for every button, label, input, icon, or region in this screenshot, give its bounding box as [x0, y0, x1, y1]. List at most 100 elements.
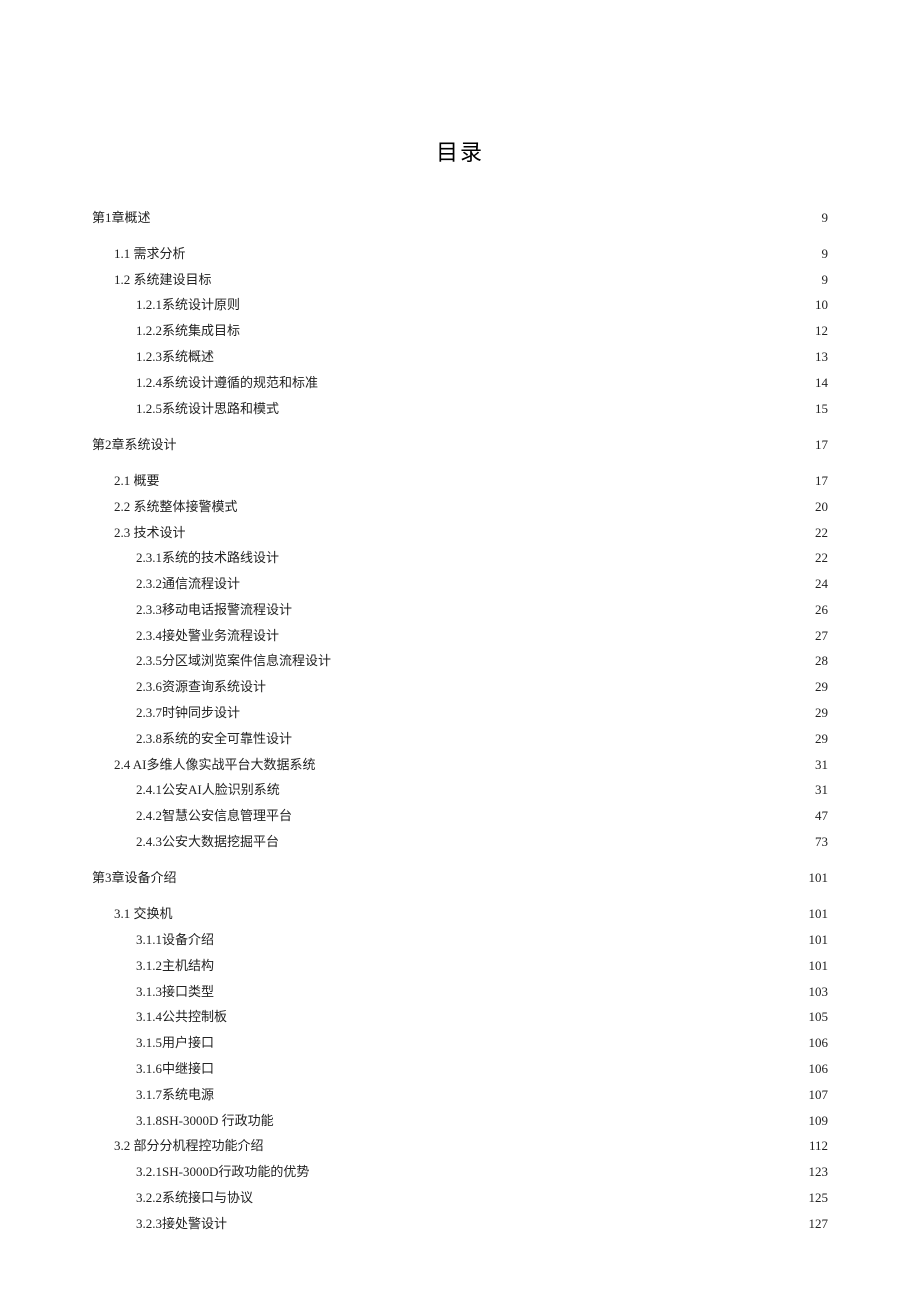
toc-entry-label: 第2章系统设计 — [92, 436, 177, 454]
toc-entry-page: 9 — [822, 245, 829, 263]
toc-entry: 3.1.3接口类型 103 — [92, 983, 828, 1001]
toc-entry-label: 3.1.8SH-3000D 行政功能 — [136, 1112, 274, 1130]
toc-entry-page: 29 — [815, 678, 828, 696]
toc-entry: 2.3.1系统的技术路线设计 22 — [92, 549, 828, 567]
toc-entry-label: 3.2.2系统接口与协议 — [136, 1189, 253, 1207]
toc-entry-page: 9 — [822, 209, 829, 227]
toc-entry-label: 1.2 系统建设目标 — [114, 271, 212, 289]
toc-entry-page: 109 — [809, 1112, 829, 1130]
toc-entry-page: 29 — [815, 730, 828, 748]
toc-entry-label: 1.2.1系统设计原则 — [136, 296, 240, 314]
toc-entry: 2.2 系统整体接警模式 20 — [92, 498, 828, 516]
toc-entry-label: 1.2.2系统集成目标 — [136, 322, 240, 340]
toc-entry: 2.3.4接处警业务流程设计 27 — [92, 627, 828, 645]
toc-entry-label: 1.2.3系统概述 — [136, 348, 214, 366]
toc-entry-page: 101 — [809, 905, 829, 923]
toc-entry-label: 2.2 系统整体接警模式 — [114, 498, 238, 516]
toc-entry-page: 29 — [815, 704, 828, 722]
toc-entry-label: 2.3.7时钟同步设计 — [136, 704, 240, 722]
toc-entry-page: 103 — [809, 983, 829, 1001]
toc-entry: 3.1.4公共控制板 105 — [92, 1008, 828, 1026]
toc-entry-page: 9 — [822, 271, 829, 289]
toc-entry: 1.2.5系统设计思路和模式 15 — [92, 400, 828, 418]
toc-entry-page: 27 — [815, 627, 828, 645]
toc-entry-page: 101 — [809, 957, 829, 975]
toc-entry-page: 12 — [815, 322, 828, 340]
toc-entry-page: 17 — [815, 436, 828, 454]
toc-entry-page: 106 — [809, 1034, 829, 1052]
toc-entry-page: 31 — [815, 781, 828, 799]
toc-entry-label: 2.3.1系统的技术路线设计 — [136, 549, 279, 567]
toc-entry-page: 26 — [815, 601, 828, 619]
toc-entry-page: 13 — [815, 348, 828, 366]
toc-entry-label: 2.3 技术设计 — [114, 524, 186, 542]
toc-entry: 2.4 AI多维人像实战平台大数据系统 31 — [92, 756, 828, 774]
toc-entry: 3.1 交换机 101 — [92, 905, 828, 923]
toc-entry-page: 31 — [815, 756, 828, 774]
toc-entry: 2.1 概要 17 — [92, 472, 828, 490]
toc-entry-label: 2.3.8系统的安全可靠性设计 — [136, 730, 292, 748]
toc-entry: 1.2.4系统设计遵循的规范和标准 14 — [92, 374, 828, 392]
toc-entry-label: 2.4.3公安大数据挖掘平台 — [136, 833, 279, 851]
toc-entry: 3.1.2主机结构 101 — [92, 957, 828, 975]
toc-entry-page: 101 — [809, 869, 829, 887]
toc-entry: 3.1.1设备介绍 101 — [92, 931, 828, 949]
toc-entry: 2.3.5分区域浏览案件信息流程设计 28 — [92, 652, 828, 670]
toc-entry: 3.1.5用户接口 106 — [92, 1034, 828, 1052]
toc-entry: 3.1.7系统电源 107 — [92, 1086, 828, 1104]
toc-entry: 3.2 部分分机程控功能介绍 112 — [92, 1137, 828, 1155]
toc-entry-label: 3.1.3接口类型 — [136, 983, 214, 1001]
toc-entry-page: 47 — [815, 807, 828, 825]
toc-entry-label: 2.3.5分区域浏览案件信息流程设计 — [136, 652, 331, 670]
table-of-contents: 第1章概述 9 1.1 需求分析 9 1.2 系统建设目标 9 1.2.1系统设计原则 10… — [92, 209, 828, 1233]
toc-entry-page: 22 — [815, 549, 828, 567]
toc-entry: 1.2.3系统概述 13 — [92, 348, 828, 366]
toc-entry-page: 10 — [815, 296, 828, 314]
toc-entry: 2.4.1公安AI人脸识别系统 31 — [92, 781, 828, 799]
toc-entry-page: 28 — [815, 652, 828, 670]
toc-entry-page: 20 — [815, 498, 828, 516]
toc-entry-label: 3.1.2主机结构 — [136, 957, 214, 975]
toc-entry-label: 1.1 需求分析 — [114, 245, 186, 263]
toc-entry: 第2章系统设计 17 — [92, 436, 828, 454]
toc-entry-label: 3.1.4公共控制板 — [136, 1008, 227, 1026]
toc-entry: 3.2.2系统接口与协议 125 — [92, 1189, 828, 1207]
toc-entry-label: 2.3.6资源查询系统设计 — [136, 678, 266, 696]
toc-entry: 第3章设备介绍 101 — [92, 869, 828, 887]
toc-entry: 2.3.7时钟同步设计 29 — [92, 704, 828, 722]
toc-entry-label: 第1章概述 — [92, 209, 151, 227]
toc-entry-label: 1.2.4系统设计遵循的规范和标准 — [136, 374, 318, 392]
toc-entry: 3.1.8SH-3000D 行政功能 109 — [92, 1112, 828, 1130]
toc-entry-label: 3.1.6中继接口 — [136, 1060, 214, 1078]
toc-entry-page: 125 — [809, 1189, 829, 1207]
toc-entry-label: 3.1.1设备介绍 — [136, 931, 214, 949]
toc-entry-label: 2.1 概要 — [114, 472, 160, 490]
toc-entry: 1.1 需求分析 9 — [92, 245, 828, 263]
toc-entry: 3.1.6中继接口 106 — [92, 1060, 828, 1078]
toc-entry: 2.3.2通信流程设计 24 — [92, 575, 828, 593]
toc-entry: 3.2.3接处警设计127 — [92, 1215, 828, 1233]
toc-entry-label: 2.4.2智慧公安信息管理平台 — [136, 807, 292, 825]
toc-entry-label: 3.1 交换机 — [114, 905, 173, 923]
toc-entry-label: 2.4.1公安AI人脸识别系统 — [136, 781, 280, 799]
toc-entry-label: 2.3.2通信流程设计 — [136, 575, 240, 593]
toc-entry-label: 2.4 AI多维人像实战平台大数据系统 — [114, 756, 316, 774]
toc-entry: 3.2.1SH-3000D行政功能的优势 123 — [92, 1163, 828, 1181]
toc-entry-page: 123 — [809, 1163, 829, 1181]
toc-entry-page: 17 — [815, 472, 828, 490]
toc-entry-page: 14 — [815, 374, 828, 392]
toc-entry-label: 第3章设备介绍 — [92, 869, 177, 887]
toc-entry-page: 107 — [809, 1086, 829, 1104]
toc-entry: 1.2.1系统设计原则 10 — [92, 296, 828, 314]
toc-entry-label: 3.1.7系统电源 — [136, 1086, 214, 1104]
toc-entry-page: 15 — [815, 400, 828, 418]
toc-entry: 2.3.8系统的安全可靠性设计 29 — [92, 730, 828, 748]
toc-entry: 2.3.6资源查询系统设计 29 — [92, 678, 828, 696]
toc-entry: 第1章概述 9 — [92, 209, 828, 227]
toc-entry-label: 2.3.3移动电话报警流程设计 — [136, 601, 292, 619]
toc-entry-page: 101 — [809, 931, 829, 949]
toc-entry-page: 105 — [809, 1008, 829, 1026]
toc-entry-label: 2.3.4接处警业务流程设计 — [136, 627, 279, 645]
toc-entry: 1.2 系统建设目标 9 — [92, 271, 828, 289]
toc-entry: 2.4.2智慧公安信息管理平台 47 — [92, 807, 828, 825]
